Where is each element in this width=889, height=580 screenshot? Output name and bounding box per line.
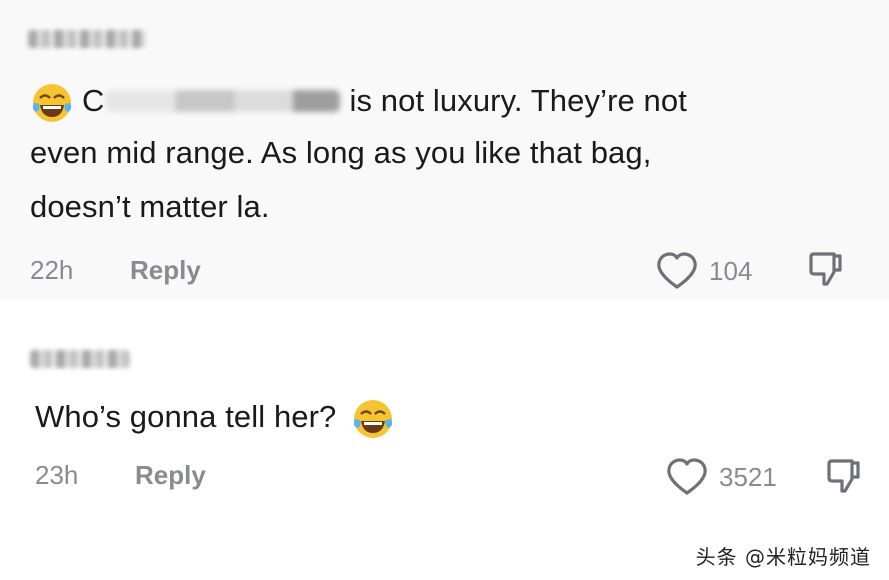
reply-button[interactable]: Reply xyxy=(130,255,201,286)
dislike-button[interactable] xyxy=(823,455,867,504)
username-redacted[interactable] xyxy=(28,30,146,48)
like-button[interactable]: 104 xyxy=(655,251,752,291)
heart-icon xyxy=(667,458,707,495)
mention-redacted xyxy=(104,89,340,112)
comment-text-line2: even mid range. As long as you like that… xyxy=(30,135,652,170)
comment-card: Who’s gonna tell her? 23h Reply 3521 xyxy=(0,330,889,530)
heart-icon xyxy=(657,252,697,289)
like-button[interactable]: 3521 xyxy=(665,457,777,497)
like-count: 3521 xyxy=(719,461,777,492)
comment-timestamp: 23h xyxy=(35,460,79,490)
comment-card: Cis not luxury. They’re not even mid ran… xyxy=(0,0,889,300)
dislike-button[interactable] xyxy=(805,248,849,297)
comment-text-line3: doesn’t matter la. xyxy=(30,189,270,224)
comment-timestamp: 22h xyxy=(30,255,74,285)
like-count: 104 xyxy=(709,255,753,286)
laughing-tears-emoji-icon xyxy=(30,81,74,125)
source-watermark: 头条 @米粒妈频道 xyxy=(695,545,871,569)
thumbs-down-icon xyxy=(809,252,842,286)
comment-text: Who’s gonna tell her? xyxy=(35,390,403,443)
thumbs-down-icon xyxy=(827,459,860,493)
laughing-tears-emoji-icon xyxy=(351,397,395,441)
comment-text: Cis not luxury. They’re not xyxy=(30,74,687,127)
reply-button[interactable]: Reply xyxy=(135,460,206,491)
username-redacted[interactable] xyxy=(30,350,130,368)
